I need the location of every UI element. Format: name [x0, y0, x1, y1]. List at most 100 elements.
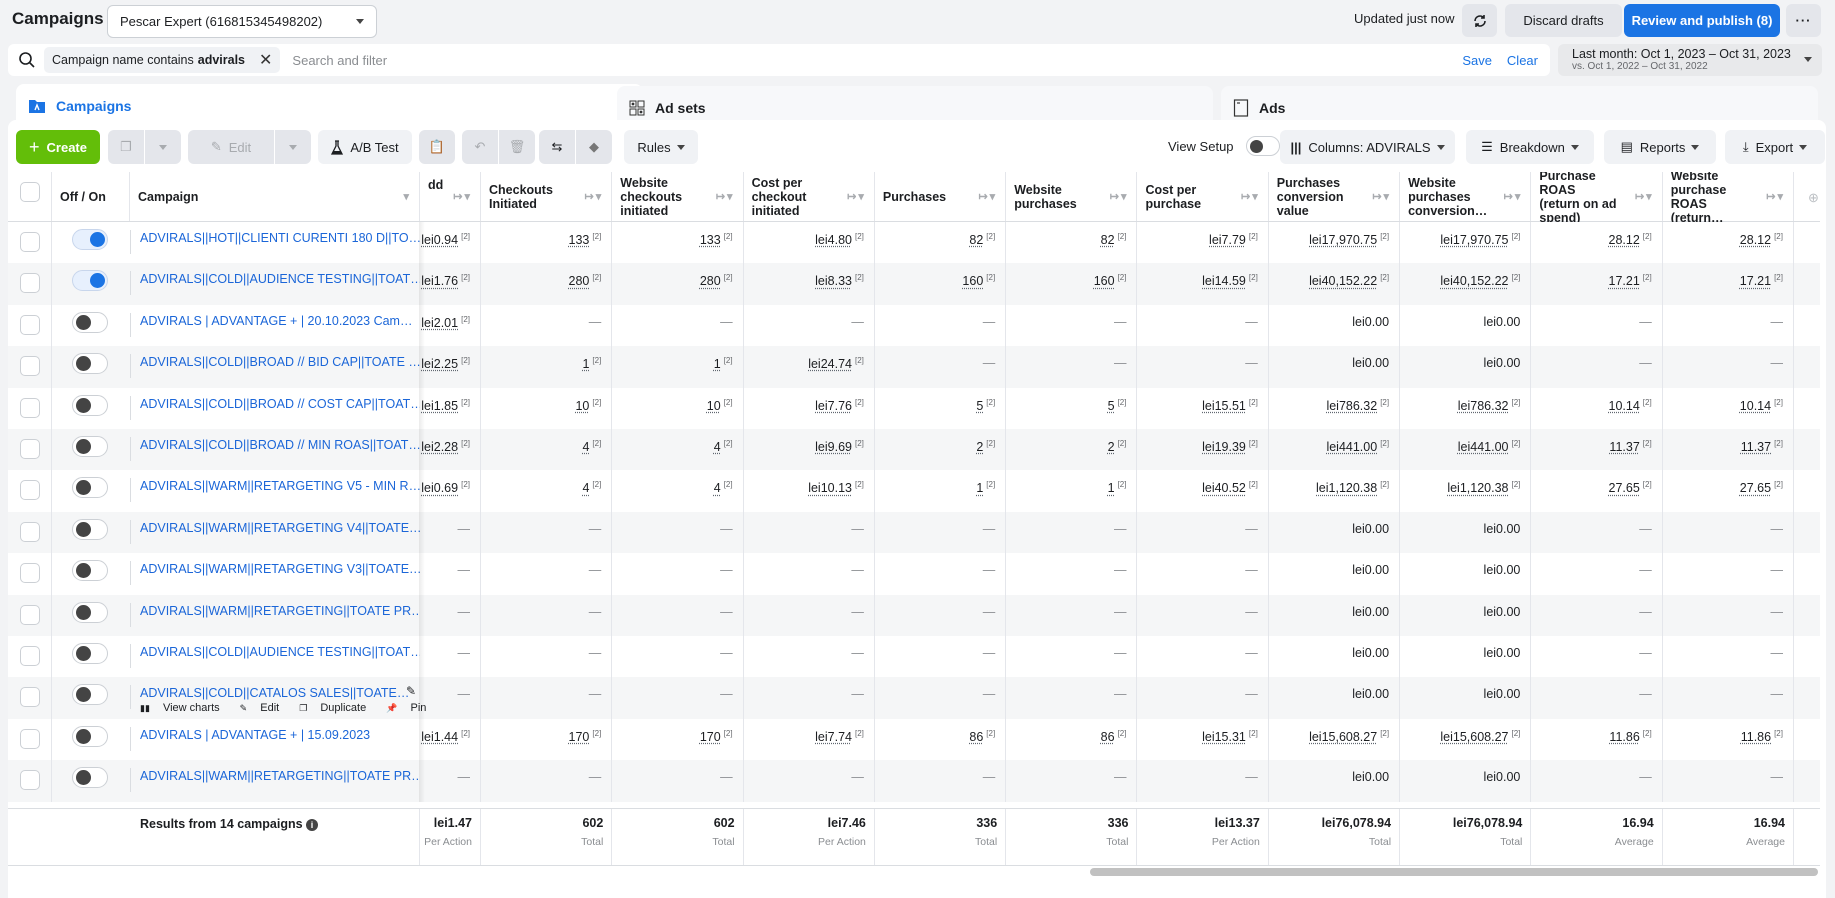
table-row[interactable]: ADVIRALS||WARM||RETARGETING||TOATE PR… — —… [8, 760, 1820, 802]
metric-value[interactable]: lei0.69 [421, 482, 458, 496]
header-column[interactable]: Website purchases ↦▾ [1006, 172, 1138, 221]
metric-value[interactable]: 27.65 [1740, 482, 1771, 496]
table-row[interactable]: ADVIRALS||COLD||AUDIENCE TESTING||TOAT… l… [8, 263, 1820, 305]
row-checkbox[interactable] [20, 397, 40, 418]
view-charts-action[interactable]: ▮▮ View charts [140, 702, 230, 714]
metric-value[interactable]: lei10.13 [808, 482, 852, 496]
metric-value[interactable]: 17.21 [1609, 275, 1640, 289]
refresh-button[interactable] [1462, 4, 1497, 37]
metric-value[interactable]: 133 [569, 233, 590, 247]
campaign-name-link[interactable]: ADVIRALS||WARM||RETARGETING V3||TOATE… [140, 562, 420, 576]
campaign-name-link[interactable]: ADVIRALS||COLD||BROAD // MIN ROAS||TOAT… [140, 438, 420, 452]
metric-value[interactable]: 17.21 [1740, 275, 1771, 289]
metric-value[interactable]: 170 [700, 730, 721, 744]
column-icons[interactable]: ↦▾ [585, 190, 604, 204]
breakdown-button[interactable]: ☰ Breakdown [1466, 130, 1594, 164]
metric-value[interactable]: 2 [1108, 440, 1115, 454]
metric-value[interactable]: 28.12 [1609, 233, 1640, 247]
metric-value[interactable]: lei1.44 [421, 730, 458, 744]
row-checkbox[interactable] [20, 728, 40, 749]
table-row[interactable]: ADVIRALS||HOT||CLIENTI CURENTI 180 D||TO… [8, 222, 1820, 264]
view-setup-toggle[interactable] [1246, 136, 1280, 156]
duplicate-button[interactable]: ❐ [108, 130, 144, 164]
filter-chip[interactable]: Campaign name contains advirals ✕ [44, 47, 281, 73]
table-row[interactable]: ADVIRALS||COLD||BROAD // COST CAP||TOAT…… [8, 387, 1820, 429]
metric-value[interactable]: lei19.39 [1202, 440, 1246, 454]
review-and-publish-button[interactable]: Review and publish (8) [1624, 4, 1780, 37]
metric-value[interactable]: lei7.79 [1209, 233, 1246, 247]
metric-value[interactable]: lei8.33 [815, 275, 852, 289]
campaign-toggle[interactable] [72, 353, 108, 375]
table-row[interactable]: ADVIRALS||WARM||RETARGETING||TOATE PR… — —… [8, 594, 1820, 636]
edit-button[interactable]: ✎ Edit [188, 130, 274, 164]
campaign-toggle[interactable] [72, 767, 108, 789]
rules-button[interactable]: Rules [624, 130, 698, 164]
header-column[interactable]: Cost per purchase ↦▾ [1138, 172, 1269, 221]
select-all-checkbox[interactable] [20, 182, 40, 202]
metric-value[interactable]: 10 [707, 399, 721, 413]
export-button[interactable]: ⤓ Export [1725, 130, 1825, 164]
metric-value[interactable]: lei17,970.75 [1440, 233, 1508, 247]
column-icons[interactable]: ↦▾ [1372, 190, 1391, 204]
metric-value[interactable]: 4 [714, 482, 721, 496]
campaign-toggle[interactable] [72, 684, 108, 706]
campaign-name-link[interactable]: ADVIRALS||WARM||RETARGETING||TOATE PR… [140, 604, 420, 618]
header-column[interactable]: Website checkouts initiated ↦▾ [612, 172, 744, 221]
metric-value[interactable]: 28.12 [1740, 233, 1771, 247]
row-checkbox[interactable] [20, 480, 40, 501]
metric-value[interactable]: 11.37 [1609, 440, 1639, 454]
campaign-name-link[interactable]: ADVIRALS||WARM||RETARGETING V5 - MIN R… [140, 479, 420, 493]
metric-value[interactable]: 10 [575, 399, 589, 413]
metric-value[interactable]: 2 [976, 440, 983, 454]
campaign-name-link[interactable]: ADVIRALS | ADVANTAGE + | 20.10.2023 Cam… [140, 314, 420, 328]
metric-value[interactable]: lei441.00 [1326, 440, 1377, 454]
table-row[interactable]: ADVIRALS | ADVANTAGE + | 15.09.2023 lei1.… [8, 718, 1820, 761]
campaign-name-link[interactable]: ADVIRALS||COLD||BROAD // BID CAP||TOATE … [140, 355, 420, 369]
table-row[interactable]: ADVIRALS||COLD||BROAD // MIN ROAS||TOAT…… [8, 429, 1820, 471]
metric-value[interactable]: 160 [1094, 275, 1115, 289]
metric-value[interactable]: 10.14 [1609, 399, 1640, 413]
metric-value[interactable]: 4 [582, 440, 589, 454]
metric-value[interactable]: 86 [1101, 730, 1115, 744]
column-icons[interactable]: ↦▾ [453, 190, 472, 204]
campaign-name-link[interactable]: ADVIRALS||COLD||CATALOS SALES||TOATE… [140, 686, 420, 700]
metric-value[interactable]: lei2.01 [421, 316, 458, 330]
campaign-name-link[interactable]: ADVIRALS||COLD||AUDIENCE TESTING||TOAT… [140, 272, 420, 286]
row-checkbox[interactable] [20, 314, 40, 335]
campaign-toggle[interactable] [72, 725, 108, 747]
campaign-toggle[interactable] [72, 394, 108, 416]
column-icons[interactable]: ↦▾ [1504, 190, 1523, 204]
info-icon[interactable]: i [306, 819, 319, 831]
row-checkbox[interactable] [20, 687, 40, 708]
metric-value[interactable]: lei0.94 [421, 233, 458, 247]
campaign-toggle[interactable] [72, 560, 108, 582]
metric-value[interactable]: 86 [969, 730, 983, 744]
row-checkbox[interactable] [20, 439, 40, 459]
column-icons[interactable]: ↦▾ [716, 190, 735, 204]
metric-value[interactable]: 170 [569, 730, 590, 744]
create-button[interactable]: + Create [16, 130, 100, 164]
metric-value[interactable]: lei1.76 [421, 275, 458, 289]
column-icons[interactable]: ↦▾ [1241, 190, 1260, 204]
campaign-name-link[interactable]: ADVIRALS||COLD||AUDIENCE TESTING||TOAT… [140, 645, 420, 659]
header-column[interactable]: Checkouts Initiated ↦▾ [481, 172, 613, 221]
metric-value[interactable]: lei1,120.38 [1316, 482, 1377, 496]
header-column[interactable]: Purchases conversion value ↦▾ [1269, 172, 1401, 221]
campaign-toggle[interactable] [72, 270, 108, 292]
more-options-button[interactable]: ··· [1786, 4, 1821, 37]
campaign-toggle[interactable] [72, 601, 108, 623]
campaign-toggle[interactable] [72, 229, 108, 250]
metric-value[interactable]: 280 [700, 275, 721, 289]
campaign-toggle[interactable] [72, 311, 108, 333]
metric-value[interactable]: 1 [976, 482, 983, 496]
metric-value[interactable]: lei14.59 [1202, 275, 1246, 289]
row-checkbox[interactable] [20, 232, 40, 252]
row-checkbox[interactable] [20, 563, 40, 584]
edit-dropdown[interactable] [275, 130, 311, 164]
metric-value[interactable]: 10.14 [1740, 399, 1771, 413]
metric-value[interactable]: 1 [582, 357, 589, 371]
metric-value[interactable]: lei17,970.75 [1309, 233, 1377, 247]
table-row[interactable]: ADVIRALS||WARM||RETARGETING V3||TOATE… — —… [8, 553, 1820, 595]
row-checkbox[interactable] [20, 770, 40, 791]
campaign-toggle[interactable] [72, 518, 108, 540]
